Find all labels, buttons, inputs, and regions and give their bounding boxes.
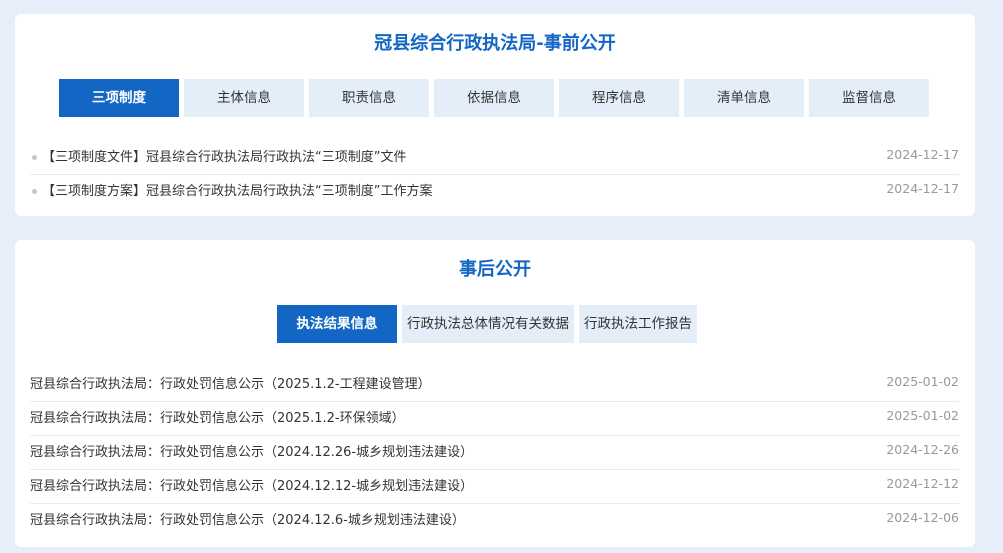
list-item-date: 2024-12-12 xyxy=(886,476,959,491)
tab-list-info[interactable]: 清单信息 xyxy=(684,79,804,117)
tab-enforcement-report[interactable]: 行政执法工作报告 xyxy=(579,305,697,343)
post-disclosure-tabs: 执法结果信息 行政执法总体情况有关数据 行政执法工作报告 xyxy=(277,305,702,343)
post-disclosure-title: 事后公开 xyxy=(459,259,531,280)
tab-enforcement-data[interactable]: 行政执法总体情况有关数据 xyxy=(402,305,574,343)
list-item-title[interactable]: 冠县综合行政执法局：行政处罚信息公示（2024.12.12-城乡规划违法建设） xyxy=(30,470,473,504)
list-item[interactable]: 冠县综合行政执法局：行政处罚信息公示（2025.1.2-工程建设管理） 2025… xyxy=(30,368,959,402)
post-disclosure-panel: 事后公开 执法结果信息 行政执法总体情况有关数据 行政执法工作报告 冠县综合行政… xyxy=(15,240,975,547)
list-item[interactable]: 冠县综合行政执法局：行政处罚信息公示（2024.12.26-城乡规划违法建设） … xyxy=(30,436,959,470)
list-item-date: 2024-12-26 xyxy=(886,442,959,457)
pre-disclosure-list: 【三项制度文件】冠县综合行政执法局行政执法“三项制度”文件 2024-12-17… xyxy=(30,141,959,209)
list-item-date: 2025-01-02 xyxy=(886,408,959,423)
tab-entity-info[interactable]: 主体信息 xyxy=(184,79,304,117)
list-item[interactable]: 【三项制度方案】冠县综合行政执法局行政执法“三项制度”工作方案 2024-12-… xyxy=(30,175,959,209)
tab-procedure-info[interactable]: 程序信息 xyxy=(559,79,679,117)
list-item-title[interactable]: 冠县综合行政执法局：行政处罚信息公示（2024.12.26-城乡规划违法建设） xyxy=(30,436,473,470)
list-item[interactable]: 冠县综合行政执法局：行政处罚信息公示（2024.12.6-城乡规划违法建设） 2… xyxy=(30,504,959,538)
pre-disclosure-panel: 冠县综合行政执法局-事前公开 三项制度 主体信息 职责信息 依据信息 程序信息 … xyxy=(15,14,975,216)
list-item-date: 2025-01-02 xyxy=(886,374,959,389)
bullet-icon xyxy=(32,189,37,194)
list-item-date: 2024-12-17 xyxy=(886,147,959,162)
tab-basis-info[interactable]: 依据信息 xyxy=(434,79,554,117)
tab-three-systems[interactable]: 三项制度 xyxy=(59,79,179,117)
list-item-title[interactable]: 冠县综合行政执法局：行政处罚信息公示（2025.1.2-环保领域） xyxy=(30,402,405,436)
list-item-title[interactable]: 【三项制度文件】冠县综合行政执法局行政执法“三项制度”文件 xyxy=(42,141,406,175)
list-item-date: 2024-12-06 xyxy=(886,510,959,525)
bullet-icon xyxy=(32,155,37,160)
list-item[interactable]: 冠县综合行政执法局：行政处罚信息公示（2024.12.12-城乡规划违法建设） … xyxy=(30,470,959,504)
tab-duty-info[interactable]: 职责信息 xyxy=(309,79,429,117)
list-item[interactable]: 冠县综合行政执法局：行政处罚信息公示（2025.1.2-环保领域） 2025-0… xyxy=(30,402,959,436)
tab-enforcement-results[interactable]: 执法结果信息 xyxy=(277,305,397,343)
pre-disclosure-title: 冠县综合行政执法局-事前公开 xyxy=(374,33,616,54)
list-item-title[interactable]: 冠县综合行政执法局：行政处罚信息公示（2024.12.6-城乡规划违法建设） xyxy=(30,504,465,538)
list-item-title[interactable]: 【三项制度方案】冠县综合行政执法局行政执法“三项制度”工作方案 xyxy=(42,175,432,209)
pre-disclosure-tabs: 三项制度 主体信息 职责信息 依据信息 程序信息 清单信息 监督信息 xyxy=(59,79,934,117)
list-item[interactable]: 【三项制度文件】冠县综合行政执法局行政执法“三项制度”文件 2024-12-17 xyxy=(30,141,959,175)
post-disclosure-list: 冠县综合行政执法局：行政处罚信息公示（2025.1.2-工程建设管理） 2025… xyxy=(30,368,959,538)
list-item-date: 2024-12-17 xyxy=(886,181,959,196)
list-item-title[interactable]: 冠县综合行政执法局：行政处罚信息公示（2025.1.2-工程建设管理） xyxy=(30,368,431,402)
tab-supervision-info[interactable]: 监督信息 xyxy=(809,79,929,117)
